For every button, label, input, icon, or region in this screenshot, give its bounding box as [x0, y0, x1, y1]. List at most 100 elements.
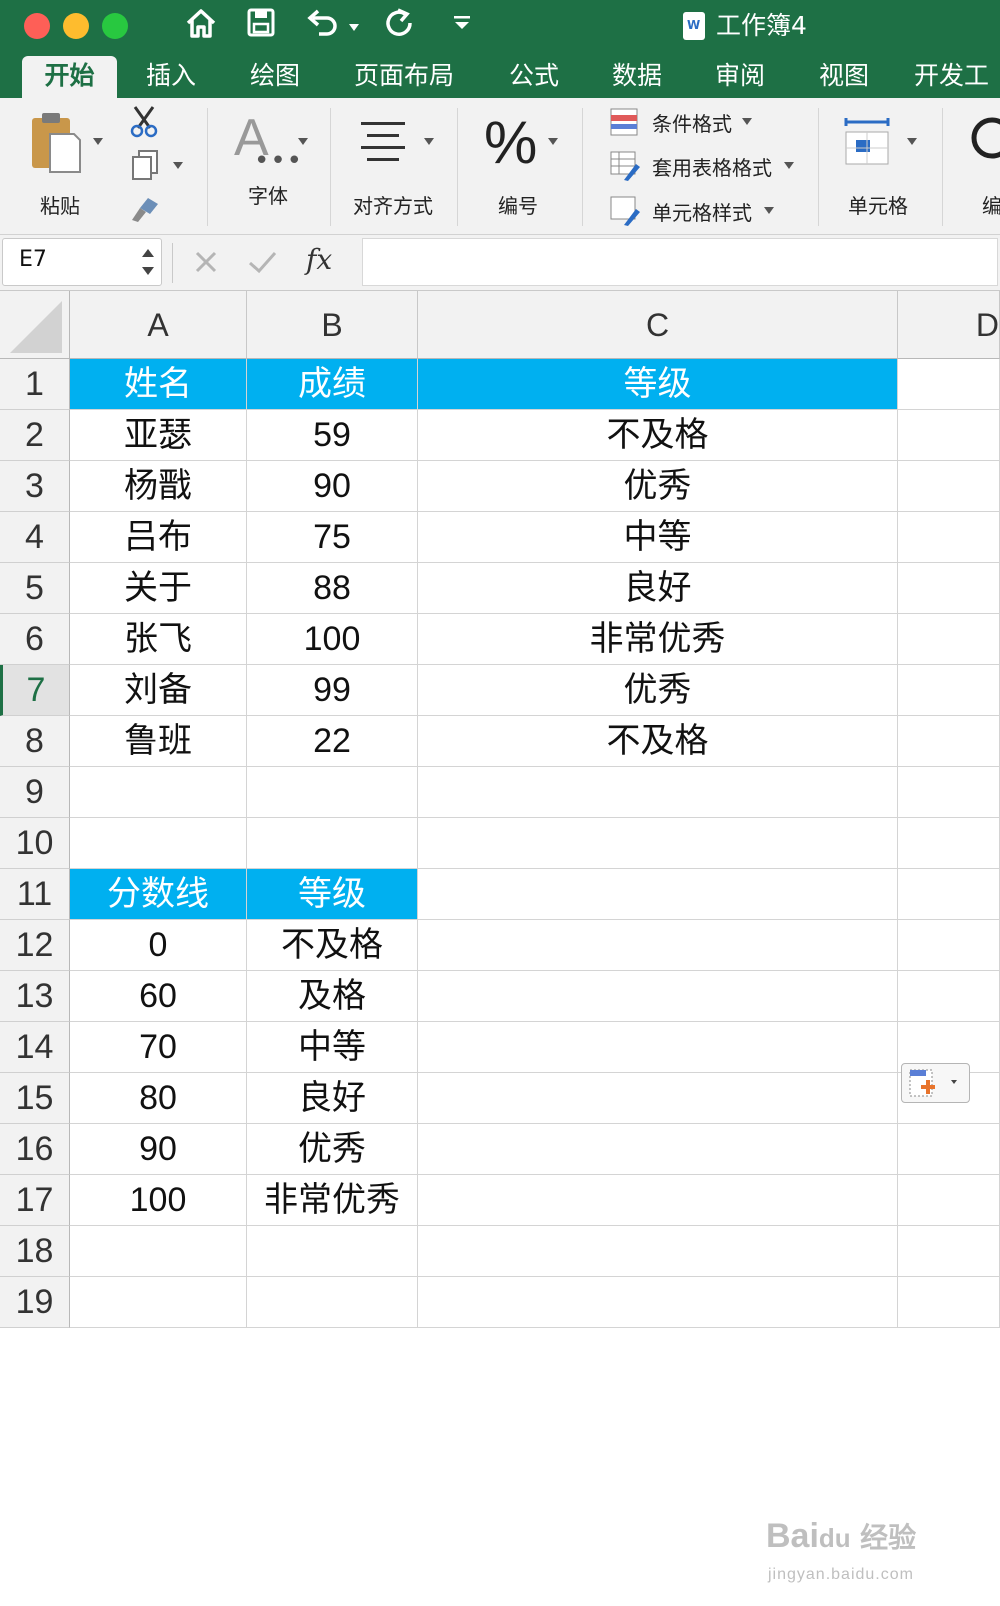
redo-icon[interactable] [383, 6, 415, 51]
minimize-window-button[interactable] [63, 13, 89, 39]
tab-view[interactable]: 视图 [805, 56, 883, 98]
tab-data[interactable]: 数据 [598, 56, 676, 98]
tab-review[interactable]: 审阅 [701, 56, 779, 98]
table-cell[interactable]: 杨戬 [70, 461, 247, 512]
table-cell[interactable]: 非常优秀 [418, 614, 898, 665]
cell[interactable] [898, 410, 1000, 461]
table-cell[interactable]: 75 [247, 512, 418, 563]
undo-icon[interactable] [305, 6, 341, 49]
cell[interactable] [898, 869, 1000, 920]
alignment-button[interactable]: 对齐方式 [345, 108, 445, 218]
table-cell[interactable]: 亚瑟 [70, 410, 247, 461]
table-cell[interactable]: 0 [70, 920, 247, 971]
cell[interactable] [247, 1226, 418, 1277]
row-header[interactable]: 11 [0, 869, 70, 920]
table-cell[interactable]: 优秀 [247, 1124, 418, 1175]
row-header[interactable]: 12 [0, 920, 70, 971]
table-cell[interactable]: 不及格 [418, 716, 898, 767]
cell[interactable] [418, 1073, 898, 1124]
conditional-format-button[interactable]: 条件格式 [610, 106, 760, 140]
cell[interactable] [898, 1277, 1000, 1328]
cell[interactable] [70, 767, 247, 818]
row-header[interactable]: 3 [0, 461, 70, 512]
row-header[interactable]: 13 [0, 971, 70, 1022]
cell[interactable] [418, 818, 898, 869]
undo-dropdown-icon[interactable] [349, 24, 359, 31]
zoom-window-button[interactable] [102, 13, 128, 39]
cell[interactable] [898, 716, 1000, 767]
table-cell[interactable]: 不及格 [418, 410, 898, 461]
cell[interactable] [418, 869, 898, 920]
cell[interactable] [70, 1226, 247, 1277]
cell[interactable] [898, 920, 1000, 971]
column-header-b[interactable]: B [247, 291, 418, 359]
row-header[interactable]: 1 [0, 359, 70, 410]
cell[interactable] [418, 1226, 898, 1277]
format-painter-icon[interactable] [128, 194, 162, 228]
number-dropdown-icon[interactable] [548, 138, 558, 145]
row-header[interactable]: 2 [0, 410, 70, 461]
row-header[interactable]: 16 [0, 1124, 70, 1175]
cell[interactable] [247, 818, 418, 869]
save-icon[interactable] [246, 6, 276, 49]
table-cell[interactable]: 良好 [418, 563, 898, 614]
row-header[interactable]: 7 [0, 665, 70, 716]
column-header-c[interactable]: C [418, 291, 898, 359]
tab-formulas[interactable]: 公式 [495, 56, 573, 98]
cell[interactable] [898, 359, 1000, 410]
cell[interactable] [418, 1277, 898, 1328]
row-header[interactable]: 19 [0, 1277, 70, 1328]
cut-icon[interactable] [128, 104, 160, 142]
table-cell[interactable]: 中等 [247, 1022, 418, 1073]
cell[interactable] [418, 971, 898, 1022]
cell[interactable] [418, 1124, 898, 1175]
font-dropdown-icon[interactable] [298, 138, 308, 145]
table-cell[interactable]: 88 [247, 563, 418, 614]
table-cell[interactable]: 90 [247, 461, 418, 512]
cell[interactable] [898, 614, 1000, 665]
table-cell[interactable]: 59 [247, 410, 418, 461]
cell[interactable] [898, 1175, 1000, 1226]
tab-insert[interactable]: 插入 [132, 56, 210, 98]
enter-icon[interactable] [246, 243, 278, 283]
table-header-cell[interactable]: 成绩 [247, 359, 418, 410]
cell[interactable] [898, 563, 1000, 614]
row-header[interactable]: 18 [0, 1226, 70, 1277]
cell[interactable] [898, 512, 1000, 563]
table-header-cell[interactable]: 等级 [418, 359, 898, 410]
cells-button[interactable]: 单元格 [832, 108, 928, 218]
table-cell[interactable]: 良好 [247, 1073, 418, 1124]
table-cell[interactable]: 优秀 [418, 461, 898, 512]
paste-dropdown-icon[interactable] [93, 138, 103, 145]
paste-options-button[interactable] [901, 1063, 970, 1103]
name-box[interactable]: E7 [2, 238, 162, 286]
select-all-corner[interactable] [0, 291, 70, 359]
row-header[interactable]: 14 [0, 1022, 70, 1073]
name-box-stepper-icon[interactable] [141, 243, 155, 281]
tab-home[interactable]: 开始 [22, 56, 117, 98]
cell[interactable] [898, 767, 1000, 818]
cell[interactable] [70, 1277, 247, 1328]
customize-toolbar-icon[interactable] [452, 6, 472, 47]
cell[interactable] [418, 920, 898, 971]
table-cell[interactable]: 刘备 [70, 665, 247, 716]
editing-button[interactable]: 编 [962, 108, 1000, 218]
table-format-button[interactable]: 套用表格格式 [610, 150, 800, 184]
copy-icon[interactable] [130, 148, 160, 186]
formula-input[interactable] [362, 238, 998, 286]
row-header[interactable]: 9 [0, 767, 70, 818]
cell[interactable] [898, 461, 1000, 512]
cell[interactable] [247, 1277, 418, 1328]
tab-draw[interactable]: 绘图 [236, 56, 314, 98]
row-header[interactable]: 6 [0, 614, 70, 665]
table-header-cell[interactable]: 分数线 [70, 869, 247, 920]
cell[interactable] [898, 818, 1000, 869]
table-cell[interactable]: 60 [70, 971, 247, 1022]
table-cell[interactable]: 张飞 [70, 614, 247, 665]
cell[interactable] [70, 818, 247, 869]
close-window-button[interactable] [24, 13, 50, 39]
cell[interactable] [898, 1226, 1000, 1277]
table-cell[interactable]: 22 [247, 716, 418, 767]
cell-style-dropdown-icon[interactable] [764, 207, 774, 214]
cell[interactable] [418, 1175, 898, 1226]
